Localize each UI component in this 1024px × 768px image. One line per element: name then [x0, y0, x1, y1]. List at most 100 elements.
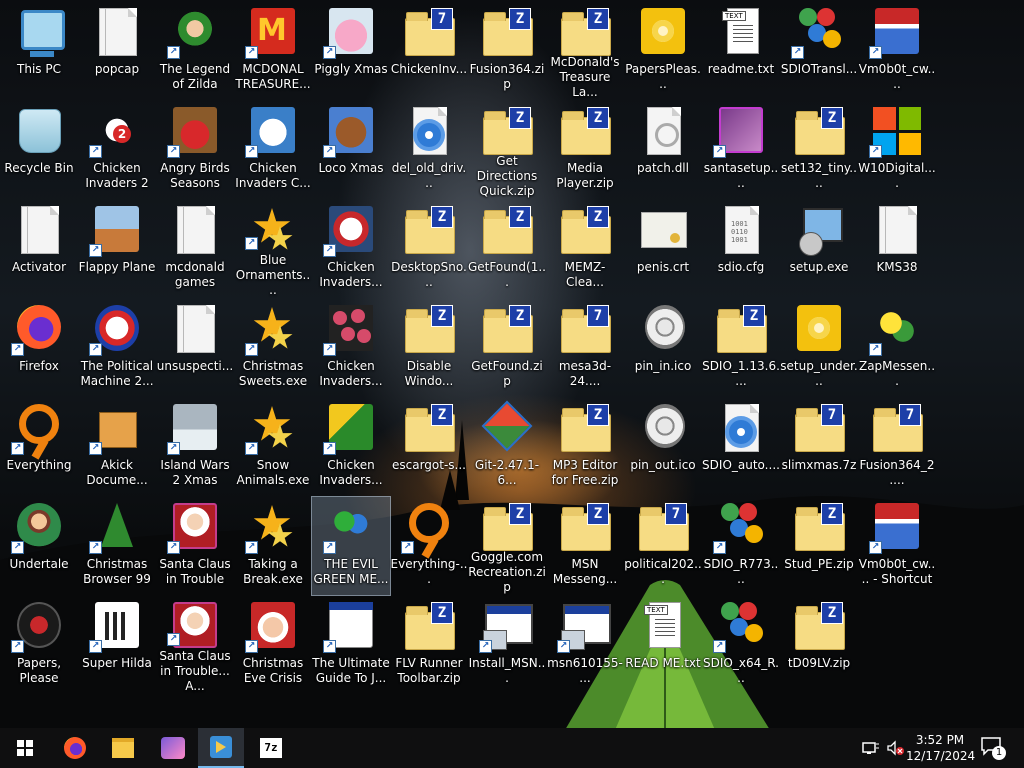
desktop-icon-sdiotransl[interactable]: ↗ SDIOTransl... [780, 2, 858, 100]
desktop-icon-get-directions-quick-zip[interactable]: Z Get Directions Quick.zip [468, 101, 546, 199]
desktop-icon-christmas-eve-crisis[interactable]: ↗ Christmas Eve Crisis [234, 596, 312, 694]
network-icon[interactable] [862, 740, 880, 760]
desktop-icon-angry-birds-seasons[interactable]: ↗ Angry Birds Seasons [156, 101, 234, 199]
desktop-icon-everything[interactable]: ↗ Everything-... [390, 497, 468, 595]
desktop-icon-mp3-editor-for-free-zip[interactable]: Z MP3 Editor for Free.zip [546, 398, 624, 496]
desktop-icon-political202[interactable]: 7 political202... [624, 497, 702, 595]
desktop-icon-msn-messeng[interactable]: Z MSN Messeng... [546, 497, 624, 595]
desktop-icon-mcdonal-treasure[interactable]: M ↗ MCDONAL TREASURE... [234, 2, 312, 100]
desktop-icon-mesa3d-24[interactable]: 7 mesa3d-24.... [546, 299, 624, 397]
desktop-icon-piggly-xmas[interactable]: ↗ Piggly Xmas [312, 2, 390, 100]
desktop-icon-akick-docume[interactable]: ↗ Akick Docume... [78, 398, 156, 496]
desktop-icon-taking-a-break-exe[interactable]: ↗ Taking a Break.exe [234, 497, 312, 595]
desktop-icon-paperspleas[interactable]: PapersPleas... [624, 2, 702, 100]
desktop-icon-patch-dll[interactable]: patch.dll [624, 101, 702, 199]
desktop-icon-pin-out-ico[interactable]: pin_out.ico [624, 398, 702, 496]
media-player-taskbar-button[interactable] [198, 728, 244, 768]
desktop-icon-everything[interactable]: ↗ Everything [0, 398, 78, 496]
desktop-icon-sdio-auto[interactable]: SDIO_auto.... [702, 398, 780, 496]
desktop-icon-mcdonald-games[interactable]: mcdonald games [156, 200, 234, 298]
desktop-icon-undertale[interactable]: ↗ Undertale [0, 497, 78, 595]
desktop-icon-christmas-browser-99[interactable]: ↗ Christmas Browser 99 [78, 497, 156, 595]
desktop-icon-the-ultimate-guide-to-j[interactable]: ↗ The Ultimate Guide To J... [312, 596, 390, 694]
desktop-icon-zapmessen[interactable]: ↗ ZapMessen... [858, 299, 936, 397]
desktop-icon-read-me-txt[interactable]: READ ME.txt [624, 596, 702, 694]
desktop-icon-set132-tiny[interactable]: Zset132_tiny.... [780, 101, 858, 199]
piggly-xmas-taskbar-button[interactable] [150, 728, 196, 768]
desktop-icon-label: setup_under... [780, 359, 858, 388]
desktop-icon-the-legend-of-zilda[interactable]: ↗ The Legend of Zilda [156, 2, 234, 100]
desktop-icon-sdio-r773[interactable]: ↗ SDIO_R773.... [702, 497, 780, 595]
desktop-icon-pin-in-ico[interactable]: pin_in.ico [624, 299, 702, 397]
desktop-icon-setup-exe[interactable]: setup.exe [780, 200, 858, 298]
shortcut-arrow-icon: ↗ [323, 343, 336, 356]
desktop-icon-santa-claus-in-trouble[interactable]: ↗ Santa Claus in Trouble [156, 497, 234, 595]
desktop-icon-kms38[interactable]: KMS38 [858, 200, 936, 298]
desktop[interactable]: This PC Recycle Bin Activator ↗ Firefox ↗ Ever… [0, 0, 1024, 730]
desktop-icon-readme-txt[interactable]: readme.txt [702, 2, 780, 100]
desktop-icon-penis-crt[interactable]: penis.crt [624, 200, 702, 298]
desktop-icon-setup-under[interactable]: setup_under... [780, 299, 858, 397]
desktop-icon-chicken-invaders[interactable]: ↗ Chicken Invaders... [312, 398, 390, 496]
desktop-icon-getfound-zip[interactable]: Z GetFound.zip [468, 299, 546, 397]
desktop-icon-snow-animals-exe[interactable]: ↗ Snow Animals.exe [234, 398, 312, 496]
start-button[interactable] [2, 728, 48, 768]
desktop-icon-mcdonald-s-treasure-la[interactable]: Z McDonald's Treasure La... [546, 2, 624, 100]
desktop-icon-label: W10Digital.... [858, 161, 936, 190]
desktop-icon-media-player-zip[interactable]: Z Media Player.zip [546, 101, 624, 199]
desktop-icon-sdio-1-13-6[interactable]: Z SDIO_1.13.6.... [702, 299, 780, 397]
desktop-icon-island-wars-2-xmas[interactable]: ↗ Island Wars 2 Xmas [156, 398, 234, 496]
desktop-icon-flv-runner-toolbar-zip[interactable]: Z FLV Runner Toolbar.zip [390, 596, 468, 694]
desktop-icon-vm0b0t-cw-shortcut[interactable]: ↗ Vm0b0t_cw.... - Shortcut [858, 497, 936, 595]
desktop-icon-escargot-s[interactable]: Zescargot-s... [390, 398, 468, 496]
desktop-icon-chicken-invaders-2[interactable]: 2 ↗ Chicken Invaders 2 [78, 101, 156, 199]
desktop-icon-the-evil-green-me[interactable]: ↗ THE EVIL GREEN ME... [311, 496, 391, 596]
desktop-icon-del-old-driv[interactable]: del_old_driv... [390, 101, 468, 199]
file-explorer-taskbar-button[interactable] [100, 728, 146, 768]
desktop-icon-unsuspecti[interactable]: unsuspecti... [156, 299, 234, 397]
desktop-icon-desktopsno[interactable]: Z DesktopSno... [390, 200, 468, 298]
desktop-icon-christmas-sweets-exe[interactable]: ↗ Christmas Sweets.exe [234, 299, 312, 397]
action-center-button[interactable]: 1 [980, 736, 1008, 760]
desktop-icon-loco-xmas[interactable]: ↗ Loco Xmas [312, 101, 390, 199]
desktop-icon-popcap[interactable]: popcap [78, 2, 156, 100]
desktop-icon-disable-windo[interactable]: Z Disable Windo... [390, 299, 468, 397]
desktop-icon-goggle-com-recreation-zip[interactable]: Z Goggle.com Recreation.zip [468, 497, 546, 595]
desktop-icon-blue-ornaments[interactable]: ↗ Blue Ornaments.... [234, 200, 312, 298]
desktop-icon-fusion364-2[interactable]: 7 Fusion364_2.... [858, 398, 936, 496]
desktop-icon-santasetup[interactable]: ↗ santasetup.... [702, 101, 780, 199]
desktop-icon-papers-please[interactable]: ↗ Papers, Please [0, 596, 78, 694]
desktop-icon-activator[interactable]: Activator [0, 200, 78, 298]
system-clock[interactable]: 3:52 PM 12/17/2024 [906, 732, 975, 764]
desktop-icon-chicken-invaders[interactable]: ↗ Chicken Invaders... [312, 200, 390, 298]
desktop-icon-flappy-plane[interactable]: ↗ Flappy Plane [78, 200, 156, 298]
desktop-icon-td09lv-zip[interactable]: ZtD09LV.zip [780, 596, 858, 694]
zap-icon: ↗ [869, 303, 923, 356]
desktop-icon-super-hilda[interactable]: ↗ Super Hilda [78, 596, 156, 694]
desktop-icon-getfound-1[interactable]: Z GetFound(1... [468, 200, 546, 298]
desktop-icon-stud-pe-zip[interactable]: Z Stud_PE.zip [780, 497, 858, 595]
desktop-icon-git-2-47-1-6[interactable]: Git-2.47.1-6... [468, 398, 546, 496]
desktop-icon-fusion364-zip[interactable]: Z Fusion364.zip [468, 2, 546, 100]
desktop-icon-label: Taking a Break.exe [243, 557, 303, 586]
desktop-icon-chicken-invaders-c[interactable]: ↗ Chicken Invaders C... [234, 101, 312, 199]
desktop-icon-msn610155[interactable]: ↗ msn610155-... [546, 596, 624, 694]
desktop-icon-w10digital[interactable]: ↗ W10Digital.... [858, 101, 936, 199]
7zip-taskbar-button[interactable]: 7z [248, 728, 294, 768]
desktop-icon-slimxmas-7z[interactable]: 7 slimxmas.7z [780, 398, 858, 496]
desktop-icon-chickeninv[interactable]: 7 ChickenInv... [390, 2, 468, 100]
desktop-icon-the-political-machine-2[interactable]: ↗ The Political Machine 2... [78, 299, 156, 397]
desktop-icon-this-pc[interactable]: This PC [0, 2, 78, 100]
desktop-icon-label: pin_out.ico [630, 458, 696, 472]
desktop-icon-recycle-bin[interactable]: Recycle Bin [0, 101, 78, 199]
desktop-icon-sdio-x64-r[interactable]: ↗ SDIO_x64_R... [702, 596, 780, 694]
volume-muted-icon[interactable] [886, 740, 904, 760]
desktop-icon-sdio-cfg[interactable]: 1001 0110 1001 sdio.cfg [702, 200, 780, 298]
firefox-taskbar-button[interactable] [52, 728, 98, 768]
desktop-icon-install-msn[interactable]: ↗ Install_MSN... [468, 596, 546, 694]
desktop-icon-santa-claus-in-trouble-a[interactable]: ↗ Santa Claus in Trouble... A... [156, 596, 234, 694]
desktop-icon-memz-clea[interactable]: Z MEMZ-Clea... [546, 200, 624, 298]
desktop-icon-chicken-invaders[interactable]: ↗ Chicken Invaders... [312, 299, 390, 397]
desktop-icon-vm0b0t-cw[interactable]: ↗ Vm0b0t_cw.... [858, 2, 936, 100]
desktop-icon-firefox[interactable]: ↗ Firefox [0, 299, 78, 397]
